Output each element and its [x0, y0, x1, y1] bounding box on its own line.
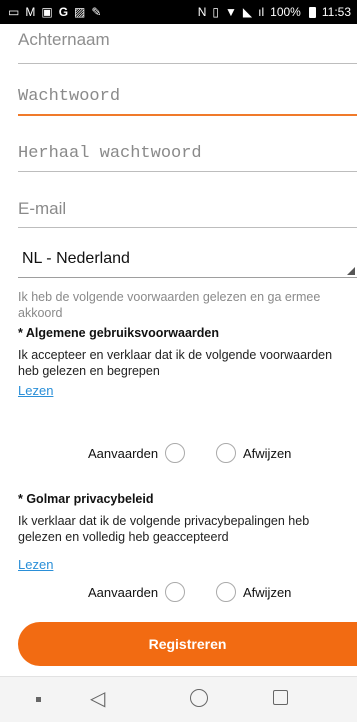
- gmail-icon: M: [25, 5, 36, 19]
- general-reject-radio[interactable]: [216, 443, 236, 463]
- privacy-accept-radio[interactable]: [165, 582, 185, 602]
- home-icon[interactable]: [190, 689, 208, 707]
- keyboard-icon: ▭: [8, 5, 20, 19]
- dropdown-arrow-icon: [347, 267, 355, 275]
- wifi-icon: ▼: [225, 5, 237, 19]
- privacy-accept-label: Aanvaarden: [88, 585, 159, 600]
- signal-off-icon: ◣: [242, 5, 253, 19]
- recent-dot-icon[interactable]: [36, 697, 41, 702]
- nfc-icon: N: [197, 5, 207, 19]
- status-bar-notifications: ▭ M ▣ G ▨ ✎: [8, 6, 101, 18]
- general-reject-label: Afwijzen: [243, 446, 292, 461]
- general-terms-title: * Algemene gebruiksvoorwaarden: [18, 326, 219, 340]
- signal-icon: ıl: [258, 5, 265, 19]
- privacy-reject-label: Afwijzen: [243, 585, 292, 600]
- repeat-password-field[interactable]: Herhaal wachtwoord: [18, 126, 357, 172]
- achternaam-placeholder: Achternaam: [18, 30, 110, 49]
- general-terms-read-link[interactable]: Lezen: [18, 383, 53, 398]
- google-icon: G: [58, 5, 69, 19]
- general-terms-options: Aanvaarden Afwijzen: [0, 443, 357, 465]
- privacy-read-link[interactable]: Lezen: [18, 557, 53, 572]
- terms-intro: Ik heb de volgende voorwaarden gelezen e…: [18, 290, 321, 320]
- privacy-reject-radio[interactable]: [216, 582, 236, 602]
- country-select[interactable]: NL - Nederland: [18, 238, 357, 278]
- password-placeholder: Wachtwoord: [18, 87, 121, 106]
- calendar-icon: ▣: [41, 5, 53, 19]
- country-value: NL - Nederland: [22, 250, 130, 267]
- privacy-text: Ik verklaar dat ik de volgende privacybe…: [18, 514, 310, 544]
- status-bar-system: N ▯ ▼ ◣ ıl 100% 11:53: [198, 5, 351, 19]
- achternaam-field[interactable]: Achternaam: [18, 24, 357, 64]
- privacy-options: Aanvaarden Afwijzen: [0, 582, 357, 604]
- general-accept-radio[interactable]: [165, 443, 185, 463]
- general-accept-label: Aanvaarden: [88, 446, 159, 461]
- status-bar: ▭ M ▣ G ▨ ✎ N ▯ ▼ ◣ ıl 100% 11:53: [0, 0, 357, 24]
- password-field[interactable]: Wachtwoord: [18, 70, 357, 116]
- clock: 11:53: [321, 5, 351, 19]
- privacy-title: * Golmar privacybeleid: [18, 492, 154, 506]
- navigation-bar: ◁: [0, 676, 357, 722]
- battery-percent: 100%: [270, 5, 301, 19]
- email-placeholder: E-mail: [18, 199, 67, 218]
- overview-icon[interactable]: [273, 690, 288, 705]
- repeat-password-placeholder: Herhaal wachtwoord: [18, 144, 202, 163]
- register-button[interactable]: Registreren: [18, 622, 357, 666]
- wrench-icon: ✎: [91, 5, 102, 19]
- email-field[interactable]: E-mail: [18, 182, 357, 228]
- vibrate-icon: ▯: [212, 5, 220, 19]
- back-icon[interactable]: ◁: [90, 689, 105, 709]
- photo-icon: ▨: [74, 5, 86, 19]
- general-terms-text: Ik accepteer en verklaar dat ik de volge…: [18, 348, 333, 378]
- battery-icon: [308, 6, 316, 18]
